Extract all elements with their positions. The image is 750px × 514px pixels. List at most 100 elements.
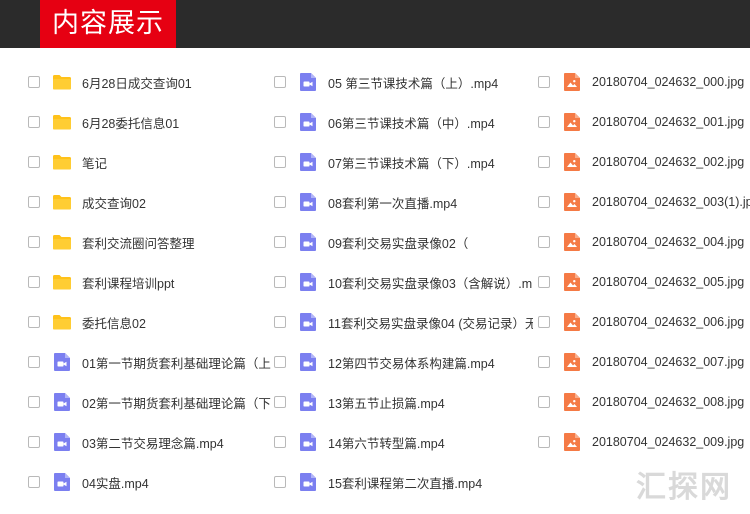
file-checkbox[interactable] <box>538 116 550 128</box>
file-item[interactable]: 08套利第一次直播.mp4 <box>274 182 533 222</box>
file-item[interactable]: 13第五节止损篇.mp4 <box>274 382 533 422</box>
file-checkbox[interactable] <box>274 76 286 88</box>
folder-icon <box>52 192 72 212</box>
file-item[interactable]: 20180704_024632_001.jpg <box>538 102 750 142</box>
file-item[interactable]: 01第一节期货套利基础理论篇（上 <box>28 342 272 382</box>
file-name[interactable]: 20180704_024632_005.jpg <box>592 275 750 289</box>
file-checkbox[interactable] <box>274 276 286 288</box>
file-item[interactable]: 11套利交易实盘录像04 (交易记录）无 <box>274 302 533 342</box>
file-item[interactable]: 02第一节期货套利基础理论篇（下 <box>28 382 272 422</box>
file-checkbox[interactable] <box>274 196 286 208</box>
file-name[interactable]: 20180704_024632_008.jpg <box>592 395 750 409</box>
file-name[interactable]: 20180704_024632_004.jpg <box>592 235 750 249</box>
file-name[interactable]: 15套利课程第二次直播.mp4 <box>328 473 533 492</box>
file-item[interactable]: 20180704_024632_002.jpg <box>538 142 750 182</box>
file-checkbox[interactable] <box>274 356 286 368</box>
file-name[interactable]: 12第四节交易体系构建篇.mp4 <box>328 353 533 372</box>
file-item[interactable]: 10套利交易实盘录像03（含解说）.mp <box>274 262 533 302</box>
file-name[interactable]: 10套利交易实盘录像03（含解说）.mp <box>328 273 533 292</box>
file-checkbox[interactable] <box>28 76 40 88</box>
file-name[interactable]: 成交查询02 <box>82 193 272 212</box>
file-checkbox[interactable] <box>28 236 40 248</box>
file-item[interactable]: 套利课程培训ppt <box>28 262 272 302</box>
video-file-icon <box>298 72 318 92</box>
file-name[interactable]: 6月28委托信息01 <box>82 113 272 132</box>
file-checkbox[interactable] <box>274 236 286 248</box>
file-item[interactable]: 09套利交易实盘录像02（ <box>274 222 533 262</box>
file-checkbox[interactable] <box>274 476 286 488</box>
file-name[interactable]: 14第六节转型篇.mp4 <box>328 433 533 452</box>
file-item[interactable]: 20180704_024632_009.jpg <box>538 422 750 462</box>
file-checkbox[interactable] <box>28 356 40 368</box>
file-checkbox[interactable] <box>538 156 550 168</box>
file-item[interactable]: 20180704_024632_008.jpg <box>538 382 750 422</box>
file-name[interactable]: 20180704_024632_002.jpg <box>592 155 750 169</box>
file-name[interactable]: 01第一节期货套利基础理论篇（上 <box>82 353 272 372</box>
file-checkbox[interactable] <box>28 476 40 488</box>
file-name[interactable]: 03第二节交易理念篇.mp4 <box>82 433 272 452</box>
file-item[interactable]: 20180704_024632_004.jpg <box>538 222 750 262</box>
file-checkbox[interactable] <box>28 156 40 168</box>
file-name[interactable]: 委托信息02 <box>82 313 272 332</box>
file-name[interactable]: 套利课程培训ppt <box>82 273 272 292</box>
file-item[interactable]: 03第二节交易理念篇.mp4 <box>28 422 272 462</box>
file-checkbox[interactable] <box>28 436 40 448</box>
file-item[interactable]: 04实盘.mp4 <box>28 462 272 502</box>
file-name[interactable]: 11套利交易实盘录像04 (交易记录）无 <box>328 313 533 332</box>
file-checkbox[interactable] <box>538 276 550 288</box>
file-name[interactable]: 09套利交易实盘录像02（ <box>328 233 533 252</box>
file-checkbox[interactable] <box>538 76 550 88</box>
file-item[interactable]: 15套利课程第二次直播.mp4 <box>274 462 533 502</box>
file-item[interactable]: 06第三节课技术篇（中）.mp4 <box>274 102 533 142</box>
video-file-icon <box>52 472 72 492</box>
file-checkbox[interactable] <box>538 236 550 248</box>
file-name[interactable]: 13第五节止损篇.mp4 <box>328 393 533 412</box>
file-checkbox[interactable] <box>28 396 40 408</box>
file-item[interactable]: 05 第三节课技术篇（上）.mp4 <box>274 62 533 102</box>
file-checkbox[interactable] <box>274 156 286 168</box>
file-checkbox[interactable] <box>274 396 286 408</box>
file-name[interactable]: 套利交流圈问答整理 <box>82 233 272 252</box>
file-checkbox[interactable] <box>538 396 550 408</box>
file-name[interactable]: 20180704_024632_006.jpg <box>592 315 750 329</box>
file-item[interactable]: 委托信息02 <box>28 302 272 342</box>
file-name[interactable]: 20180704_024632_007.jpg <box>592 355 750 369</box>
file-checkbox[interactable] <box>28 196 40 208</box>
file-name[interactable]: 20180704_024632_000.jpg <box>592 75 750 89</box>
file-item[interactable]: 20180704_024632_000.jpg <box>538 62 750 102</box>
file-name[interactable]: 20180704_024632_001.jpg <box>592 115 750 129</box>
file-name[interactable]: 20180704_024632_003(1).jpg <box>592 195 750 209</box>
file-name[interactable]: 02第一节期货套利基础理论篇（下 <box>82 393 272 412</box>
file-item[interactable]: 6月28委托信息01 <box>28 102 272 142</box>
file-checkbox[interactable] <box>538 436 550 448</box>
file-item[interactable]: 20180704_024632_006.jpg <box>538 302 750 342</box>
file-item[interactable]: 20180704_024632_003(1).jpg <box>538 182 750 222</box>
file-item[interactable]: 07第三节课技术篇（下）.mp4 <box>274 142 533 182</box>
file-checkbox[interactable] <box>274 436 286 448</box>
top-bar: 内容展示 <box>0 0 750 48</box>
file-name[interactable]: 05 第三节课技术篇（上）.mp4 <box>328 73 533 92</box>
file-checkbox[interactable] <box>538 196 550 208</box>
file-name[interactable]: 07第三节课技术篇（下）.mp4 <box>328 153 533 172</box>
file-item[interactable]: 6月28日成交查询01 <box>28 62 272 102</box>
file-checkbox[interactable] <box>274 116 286 128</box>
file-item[interactable]: 套利交流圈问答整理 <box>28 222 272 262</box>
file-checkbox[interactable] <box>28 276 40 288</box>
file-item[interactable]: 成交查询02 <box>28 182 272 222</box>
file-name[interactable]: 笔记 <box>82 153 272 172</box>
file-checkbox[interactable] <box>274 316 286 328</box>
file-name[interactable]: 06第三节课技术篇（中）.mp4 <box>328 113 533 132</box>
file-item[interactable]: 14第六节转型篇.mp4 <box>274 422 533 462</box>
file-item[interactable]: 20180704_024632_007.jpg <box>538 342 750 382</box>
file-name[interactable]: 6月28日成交查询01 <box>82 73 272 92</box>
file-item[interactable]: 20180704_024632_005.jpg <box>538 262 750 302</box>
file-checkbox[interactable] <box>538 316 550 328</box>
file-checkbox[interactable] <box>28 116 40 128</box>
file-checkbox[interactable] <box>28 316 40 328</box>
file-item[interactable]: 笔记 <box>28 142 272 182</box>
file-name[interactable]: 08套利第一次直播.mp4 <box>328 193 533 212</box>
file-checkbox[interactable] <box>538 356 550 368</box>
file-item[interactable]: 12第四节交易体系构建篇.mp4 <box>274 342 533 382</box>
file-name[interactable]: 20180704_024632_009.jpg <box>592 435 750 449</box>
file-name[interactable]: 04实盘.mp4 <box>82 473 272 492</box>
